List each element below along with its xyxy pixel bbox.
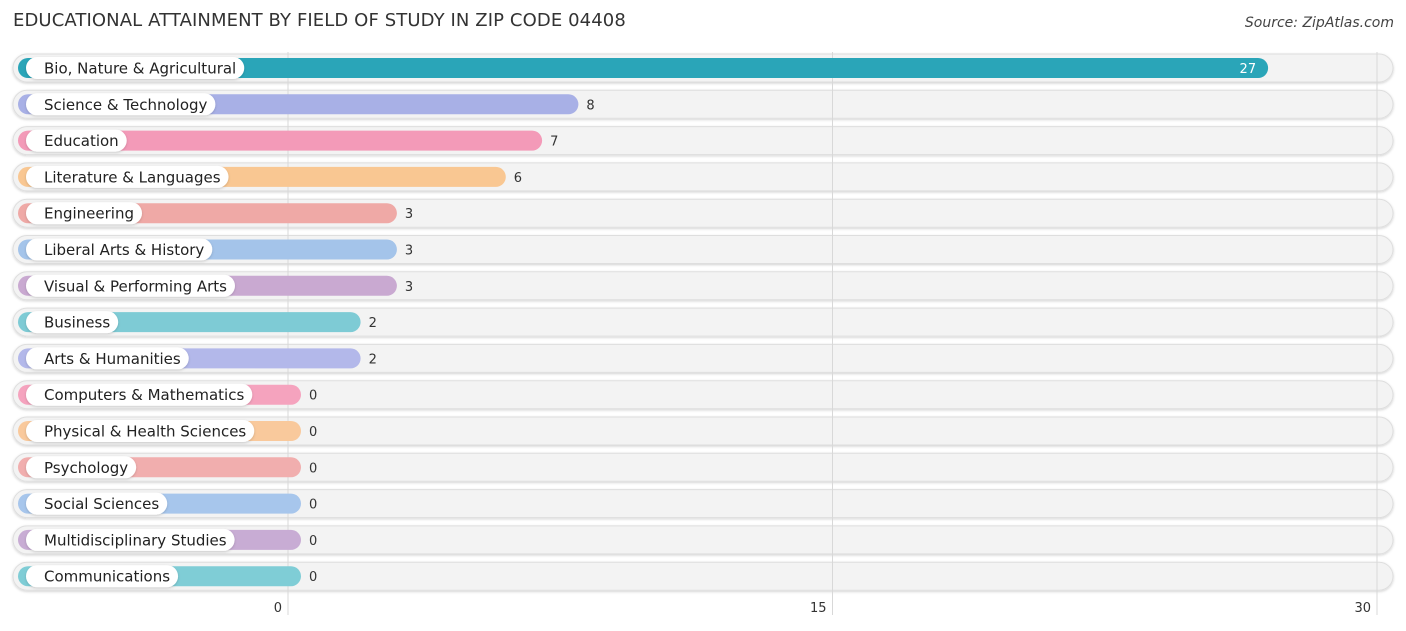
category-label: Science & Technology bbox=[44, 96, 208, 114]
bar-group[interactable]: Communications 0 bbox=[18, 565, 317, 588]
value-label: 0 bbox=[309, 425, 317, 440]
bar-group[interactable]: Physical & Health Sciences 0 bbox=[18, 420, 317, 442]
value-label: 6 bbox=[514, 171, 522, 186]
value-label: 7 bbox=[550, 135, 558, 150]
bar-group[interactable]: Social Sciences 0 bbox=[18, 492, 317, 515]
bar-group[interactable]: Computers & Mathematics 0 bbox=[18, 383, 317, 406]
category-label: Arts & Humanities bbox=[44, 350, 181, 368]
value-label: 0 bbox=[309, 570, 317, 585]
value-label: 27 bbox=[1240, 62, 1257, 77]
value-label: 2 bbox=[369, 316, 377, 331]
bar-group[interactable]: Arts & Humanities 2 bbox=[18, 347, 377, 370]
category-label: Bio, Nature & Agricultural bbox=[44, 60, 236, 78]
category-label: Liberal Arts & History bbox=[44, 241, 204, 259]
category-label: Business bbox=[44, 314, 110, 332]
bar-group[interactable]: Education 7 bbox=[18, 129, 558, 152]
bar-group[interactable]: Liberal Arts & History 3 bbox=[18, 238, 413, 261]
category-label: Social Sciences bbox=[44, 495, 159, 513]
value-label: 3 bbox=[405, 244, 413, 259]
category-label: Visual & Performing Arts bbox=[44, 277, 227, 295]
value-label: 3 bbox=[405, 207, 413, 222]
category-label: Literature & Languages bbox=[44, 168, 221, 186]
bar-group[interactable]: Visual & Performing Arts 3 bbox=[18, 274, 413, 297]
value-label: 0 bbox=[309, 389, 317, 404]
bar-group[interactable]: Bio, Nature & Agricultural 27 bbox=[18, 57, 1269, 79]
bar-group[interactable]: Engineering 3 bbox=[18, 202, 413, 225]
x-tick-label: 30 bbox=[1354, 601, 1371, 616]
category-label: Multidisciplinary Studies bbox=[44, 531, 227, 549]
value-label: 0 bbox=[309, 498, 317, 513]
bar-group[interactable]: Science & Technology 8 bbox=[18, 93, 595, 116]
category-label: Engineering bbox=[44, 205, 134, 223]
bar-chart: Bio, Nature & Agricultural 27Science & Te… bbox=[12, 52, 1394, 616]
category-label: Physical & Health Sciences bbox=[44, 423, 246, 441]
value-label: 3 bbox=[405, 280, 413, 295]
bar-group[interactable]: Business 2 bbox=[18, 311, 377, 334]
value-label: 8 bbox=[586, 98, 594, 113]
category-label: Education bbox=[44, 132, 119, 150]
x-tick-label: 15 bbox=[810, 601, 827, 616]
value-label: 2 bbox=[369, 352, 377, 367]
bar-group[interactable]: Psychology 0 bbox=[18, 456, 317, 479]
bar-group[interactable]: Literature & Languages 6 bbox=[18, 165, 522, 188]
value-label: 0 bbox=[309, 534, 317, 549]
value-label: 0 bbox=[309, 461, 317, 476]
bar-group[interactable]: Multidisciplinary Studies 0 bbox=[18, 528, 317, 551]
category-label: Psychology bbox=[44, 459, 128, 477]
category-label: Communications bbox=[44, 568, 170, 586]
x-tick-label: 0 bbox=[274, 601, 282, 616]
category-label: Computers & Mathematics bbox=[44, 386, 244, 404]
